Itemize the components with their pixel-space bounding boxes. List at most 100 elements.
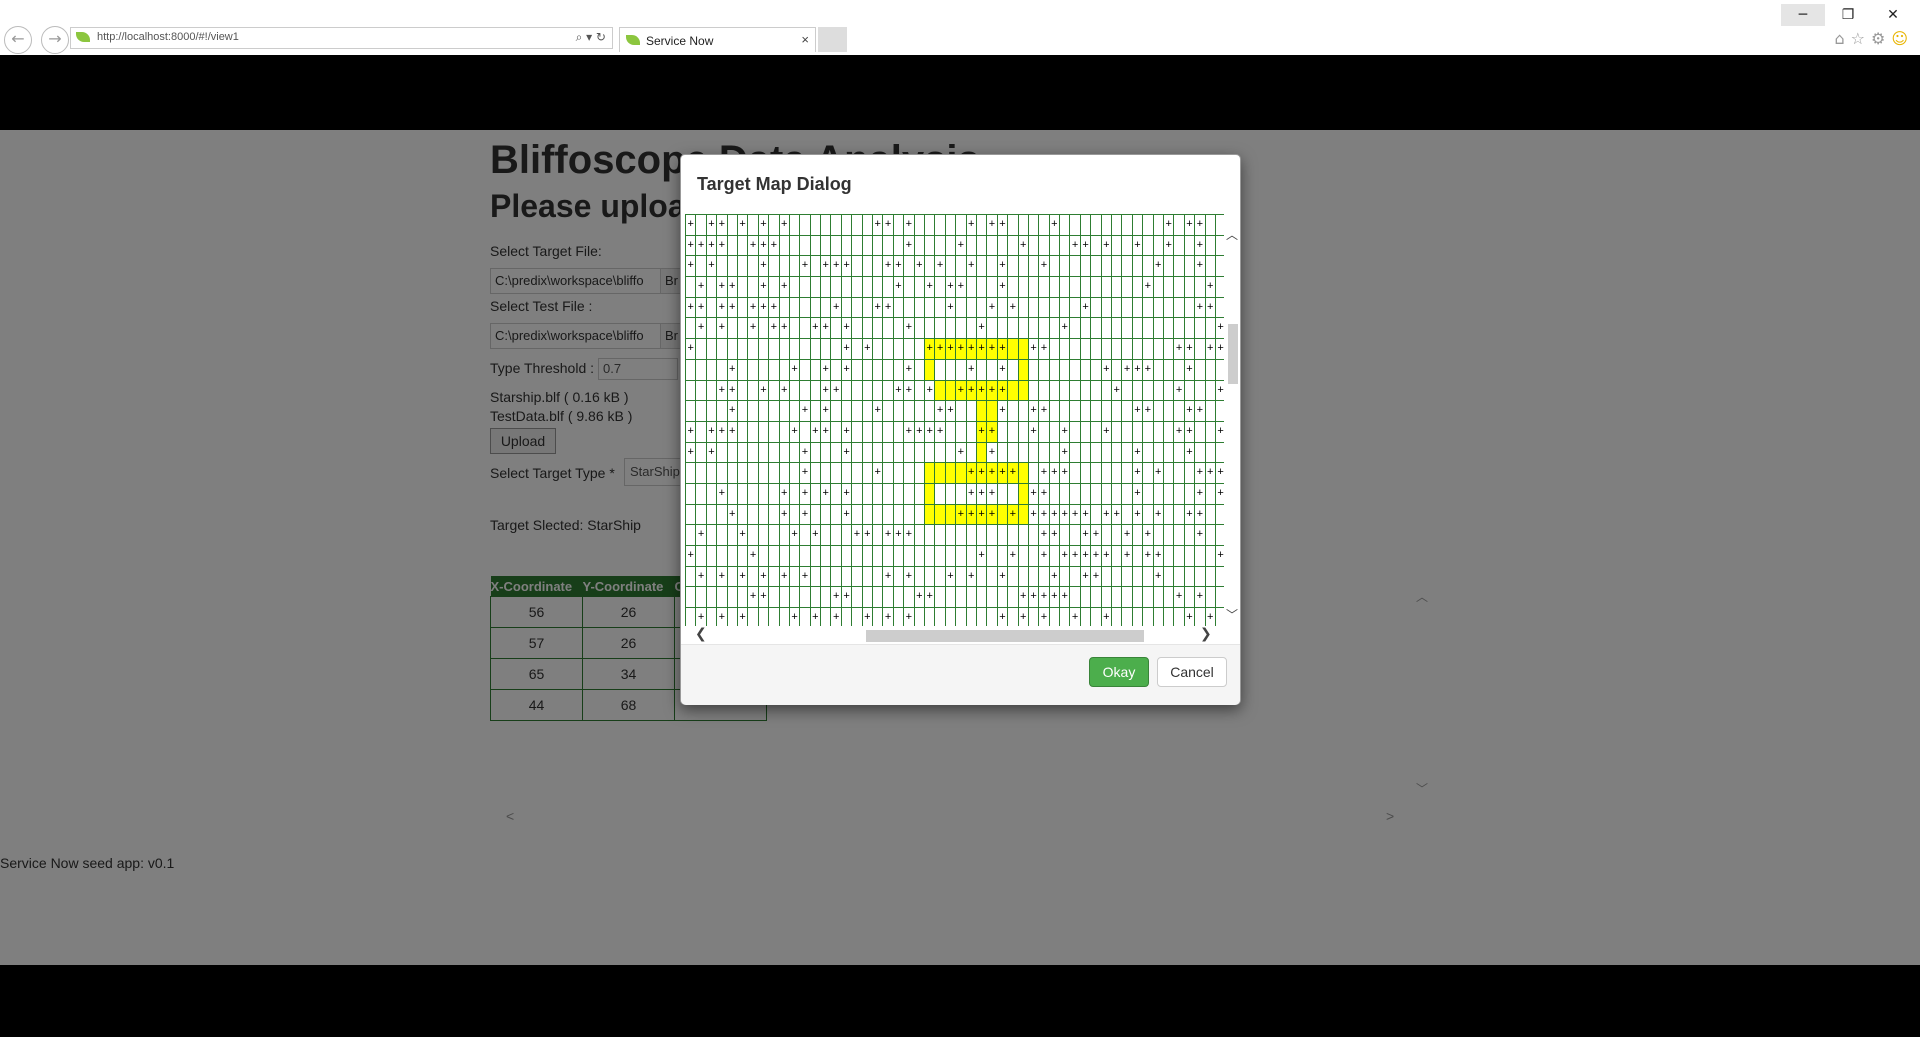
grid-cell: + — [1143, 546, 1154, 567]
grid-cell: + — [914, 421, 925, 443]
grid-cell — [831, 215, 842, 236]
browser-tab[interactable]: Service Now × — [619, 27, 816, 52]
grid-cell — [873, 359, 884, 381]
grid-cell — [1080, 339, 1092, 360]
grid-cell — [1195, 421, 1206, 443]
okay-button[interactable]: Okay — [1089, 657, 1149, 687]
smiley-icon[interactable]: ☺ — [1891, 29, 1914, 48]
close-window-icon[interactable]: ✕ — [1871, 4, 1915, 26]
grid-cell — [904, 483, 915, 505]
grid-cell — [706, 277, 718, 298]
grid-cell: + — [924, 587, 936, 609]
grid-cell: + — [1132, 463, 1144, 484]
grid-cell — [1132, 380, 1144, 402]
restore-icon[interactable]: ❐ — [1826, 4, 1870, 26]
grid-cell — [1049, 339, 1061, 360]
grid-cell — [1153, 277, 1164, 298]
grid-cell — [779, 421, 790, 443]
grid-cell: + — [758, 380, 770, 402]
back-icon[interactable]: ← — [4, 26, 32, 54]
horizontal-scrollbar[interactable]: ❮ ❯ — [683, 626, 1224, 644]
grid-cell — [1101, 215, 1113, 236]
grid-cell — [1018, 277, 1029, 298]
grid-cell — [873, 235, 884, 257]
horizontal-scroll-thumb[interactable] — [866, 630, 1144, 642]
grid-cell — [945, 215, 957, 236]
grid-cell: + — [779, 318, 790, 340]
grid-cell — [779, 235, 790, 257]
grid-cell — [852, 339, 863, 360]
vertical-scrollbar[interactable]: ︿ ﹀ — [1224, 214, 1240, 626]
grid-cell — [976, 359, 988, 381]
grid-cell — [924, 442, 936, 464]
forward-icon[interactable]: → — [41, 26, 69, 54]
grid-cell: + — [966, 359, 977, 381]
grid-cell: + — [976, 504, 988, 526]
grid-cell — [1122, 297, 1133, 319]
scroll-right-icon[interactable]: ❯ — [1200, 626, 1212, 642]
grid-cell — [810, 463, 822, 484]
scroll-down-icon[interactable]: ﹀ — [1226, 606, 1238, 623]
grid-cell — [737, 463, 749, 484]
vertical-scroll-thumb[interactable] — [1228, 324, 1238, 384]
grid-cell — [737, 297, 749, 319]
grid-cell — [1112, 463, 1123, 484]
grid-cell — [1060, 483, 1071, 505]
grid-cell: + — [966, 463, 977, 484]
grid-cell — [1112, 277, 1123, 298]
grid-cell — [914, 546, 925, 567]
grid-cell — [1060, 525, 1071, 546]
minimize-icon[interactable]: ─ — [1781, 4, 1825, 26]
grid-cell — [966, 442, 977, 464]
grid-cell — [1018, 297, 1029, 319]
grid-cell — [842, 608, 853, 626]
grid-cell — [1091, 380, 1102, 402]
grid-cell — [737, 277, 749, 298]
grid-cell: + — [1060, 587, 1071, 609]
grid-cell — [976, 566, 988, 588]
grid-cell: + — [1028, 587, 1040, 609]
grid-cell — [1080, 442, 1092, 464]
grid-cell — [893, 318, 905, 340]
target-map-viewport[interactable]: + + + + + + + + + + + + + + + + + + + + + + + + + + + + + + + + + + + + + + + +… — [683, 214, 1226, 626]
grid-cell — [727, 339, 738, 360]
grid-cell: + — [686, 297, 697, 319]
grid-cell — [758, 546, 770, 567]
grid-cell — [821, 546, 832, 567]
grid-cell — [914, 525, 925, 546]
grid-cell: + — [717, 483, 728, 505]
grid-cell — [1101, 442, 1113, 464]
grid-cell: + — [841, 504, 853, 526]
address-bar[interactable]: http://localhost:8000/#!/view1 ⌕ ▾ ↻ — [70, 27, 613, 49]
grid-cell — [1205, 504, 1216, 526]
grid-cell — [1205, 421, 1216, 443]
grid-cell — [769, 339, 780, 360]
grid-cell — [1153, 297, 1164, 319]
grid-cell — [1195, 339, 1206, 360]
grid-cell — [1060, 277, 1071, 298]
tab-close-icon[interactable]: × — [801, 32, 809, 47]
grid-cell: + — [1060, 546, 1071, 567]
grid-cell — [914, 483, 925, 505]
scroll-up-icon[interactable]: ︿ — [1226, 226, 1238, 243]
new-tab-button[interactable] — [818, 27, 847, 52]
grid-cell — [945, 256, 957, 278]
grid-cell: + — [1195, 587, 1206, 609]
toolbar-icons[interactable]: ⌂☆⚙☺ — [1834, 29, 1914, 48]
grid-cell — [737, 442, 749, 464]
grid-cell — [831, 525, 842, 546]
cancel-button[interactable]: Cancel — [1157, 657, 1227, 687]
grid-cell: + — [997, 566, 1009, 588]
search-refresh-icons[interactable]: ⌕ ▾ ↻ — [576, 30, 606, 45]
grid-cell: + — [966, 504, 977, 526]
grid-cell — [1008, 483, 1019, 505]
grid-cell — [1112, 235, 1123, 257]
home-star-gear-icons[interactable]: ⌂☆⚙ — [1834, 29, 1891, 48]
scroll-left-icon[interactable]: ❮ — [695, 626, 707, 642]
grid-cell: + — [1080, 235, 1092, 257]
grid-cell — [1174, 235, 1185, 257]
grid-cell — [956, 421, 967, 443]
grid-cell — [873, 608, 884, 626]
grid-cell — [696, 339, 707, 360]
grid-cell — [924, 256, 936, 278]
